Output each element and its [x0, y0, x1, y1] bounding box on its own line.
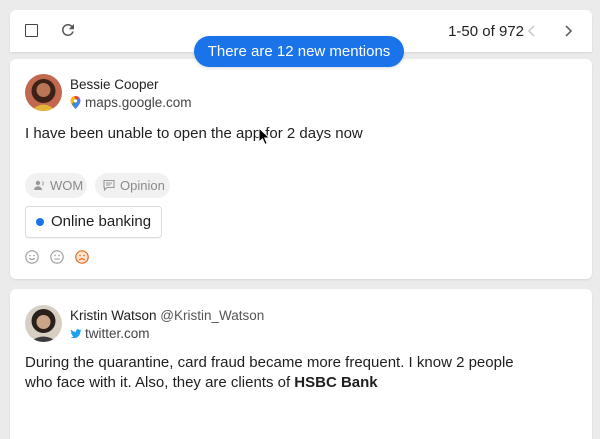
tag-wom[interactable]: WOM	[25, 173, 87, 198]
source-domain: twitter.com	[85, 326, 150, 341]
mouse-cursor-icon	[258, 127, 271, 146]
refresh-icon[interactable]	[59, 21, 77, 39]
twitter-bird-icon	[70, 329, 82, 339]
author-handle: @Kristin_Watson	[160, 308, 265, 323]
select-all-checkbox[interactable]	[25, 24, 38, 37]
chat-bubble-icon	[103, 179, 115, 191]
negative-face-icon[interactable]	[75, 250, 89, 264]
topic-color-dot	[36, 218, 44, 226]
chevron-right-icon[interactable]	[560, 23, 576, 39]
author-name[interactable]: Kristin Watson @Kristin_Watson	[70, 308, 264, 323]
tag-label: WOM	[50, 178, 84, 193]
mention-text: I have been unable to open the app for 2…	[25, 125, 363, 142]
google-maps-pin-icon	[70, 96, 81, 109]
neutral-face-icon[interactable]	[50, 250, 64, 264]
topic-label: Online banking	[51, 213, 152, 230]
topic-chip[interactable]: Online banking	[25, 206, 162, 238]
pagination-label: 1-50 of 972	[448, 23, 524, 40]
author-name[interactable]: Bessie Cooper	[70, 77, 159, 92]
mention-card: Kristin Watson @Kristin_Watson twitter.c…	[10, 289, 592, 439]
avatar	[25, 74, 62, 111]
mention-text-plain: During the quarantine, card fraud became…	[25, 354, 514, 391]
avatar	[25, 305, 62, 342]
chevron-left-icon[interactable]	[524, 23, 540, 39]
mention-card: Bessie Cooper maps.google.com I have bee…	[10, 59, 592, 279]
author-display-name: Kristin Watson	[70, 308, 157, 323]
tag-label: Opinion	[120, 178, 165, 193]
mention-brand: HSBC Bank	[294, 374, 378, 391]
new-mentions-banner[interactable]: There are 12 new mentions	[194, 36, 404, 67]
mention-text: During the quarantine, card fraud became…	[25, 353, 525, 393]
people-voice-icon	[34, 180, 44, 190]
tag-opinion[interactable]: Opinion	[95, 173, 170, 198]
positive-face-icon[interactable]	[25, 250, 39, 264]
source-domain: maps.google.com	[85, 95, 192, 110]
